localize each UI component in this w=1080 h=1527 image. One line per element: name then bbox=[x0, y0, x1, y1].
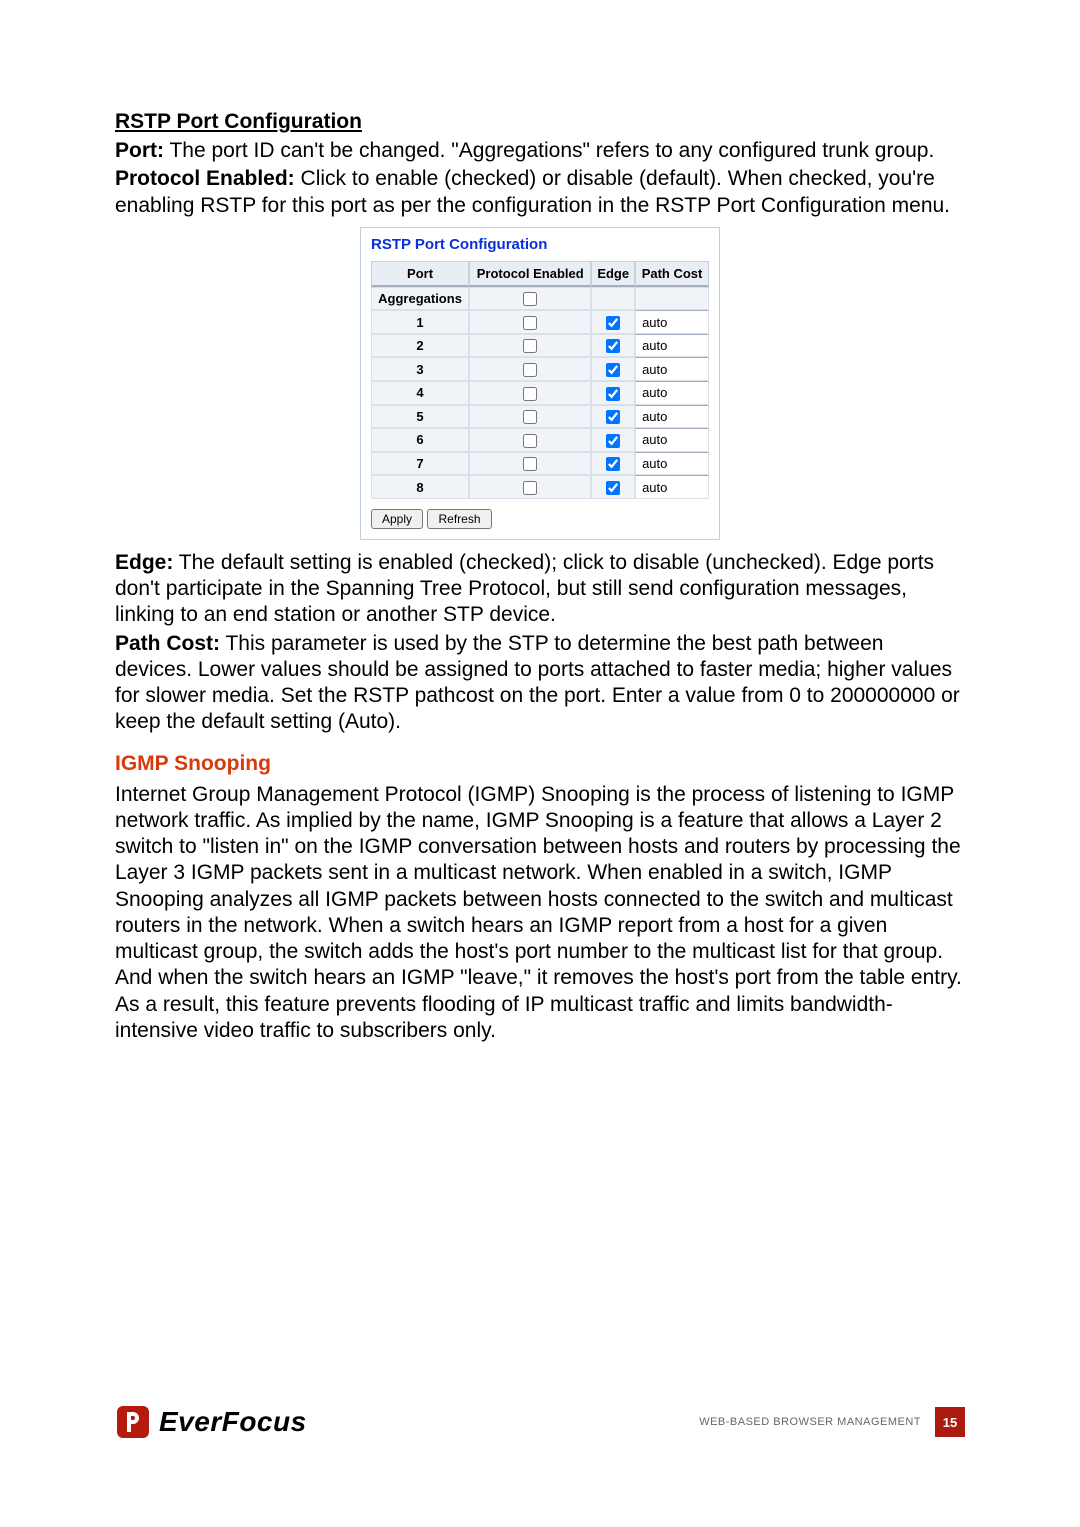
cell-edge bbox=[591, 310, 635, 334]
protocol-enabled-checkbox[interactable] bbox=[523, 316, 537, 330]
para-port: Port: The port ID can't be changed. "Agg… bbox=[115, 138, 965, 164]
table-row: 8 auto bbox=[371, 475, 709, 499]
cell-path-cost: auto bbox=[635, 357, 709, 381]
cell-edge bbox=[591, 357, 635, 381]
brand-name: EverFocus bbox=[159, 1406, 307, 1438]
page-footer: EverFocus WEB-BASED BROWSER MANAGEMENT 1… bbox=[115, 1397, 965, 1447]
cell-port: 3 bbox=[371, 357, 469, 381]
cell-protocol-enabled bbox=[469, 357, 591, 381]
cell-edge bbox=[591, 381, 635, 405]
lead-edge: Edge: bbox=[115, 551, 173, 574]
th-port: Port bbox=[371, 261, 469, 287]
cell-protocol-enabled bbox=[469, 452, 591, 476]
protocol-enabled-checkbox[interactable] bbox=[523, 410, 537, 424]
cell-port: 1 bbox=[371, 310, 469, 334]
body-port: The port ID can't be changed. "Aggregati… bbox=[164, 139, 934, 162]
page-number: 15 bbox=[935, 1407, 965, 1437]
edge-checkbox[interactable] bbox=[606, 316, 620, 330]
protocol-enabled-checkbox[interactable] bbox=[523, 363, 537, 377]
th-edge: Edge bbox=[591, 261, 635, 287]
table-row: 3 auto bbox=[371, 357, 709, 381]
cell-port: 8 bbox=[371, 475, 469, 499]
cell-port: 2 bbox=[371, 334, 469, 358]
edge-checkbox[interactable] bbox=[606, 363, 620, 377]
cell-port: 7 bbox=[371, 452, 469, 476]
section-heading-rstp: RSTP Port Configuration bbox=[115, 110, 965, 134]
lead-path: Path Cost: bbox=[115, 632, 220, 655]
brand-logo: EverFocus bbox=[115, 1404, 307, 1440]
everfocus-logo-icon bbox=[115, 1404, 151, 1440]
para-protocol-enabled: Protocol Enabled: Click to enable (check… bbox=[115, 166, 965, 219]
table-row: 6 auto bbox=[371, 428, 709, 452]
cell-protocol-enabled bbox=[469, 287, 591, 311]
para-path-cost: Path Cost: This parameter is used by the… bbox=[115, 631, 965, 736]
cell-protocol-enabled bbox=[469, 310, 591, 334]
th-protocol-enabled: Protocol Enabled bbox=[469, 261, 591, 287]
cell-protocol-enabled bbox=[469, 428, 591, 452]
cell-protocol-enabled bbox=[469, 475, 591, 499]
table-row: 1 auto bbox=[371, 310, 709, 334]
cell-protocol-enabled bbox=[469, 334, 591, 358]
cell-edge bbox=[591, 334, 635, 358]
cell-edge bbox=[591, 287, 635, 311]
cell-port: 4 bbox=[371, 381, 469, 405]
table-row: 5 auto bbox=[371, 405, 709, 429]
edge-checkbox[interactable] bbox=[606, 387, 620, 401]
cell-path-cost: auto bbox=[635, 310, 709, 334]
cell-edge bbox=[591, 475, 635, 499]
protocol-enabled-checkbox[interactable] bbox=[523, 292, 537, 306]
edge-checkbox[interactable] bbox=[606, 339, 620, 353]
cell-port: Aggregations bbox=[371, 287, 469, 311]
lead-proto: Protocol Enabled: bbox=[115, 167, 295, 190]
panel-title: RSTP Port Configuration bbox=[371, 236, 709, 253]
apply-button[interactable]: Apply bbox=[371, 509, 423, 529]
cell-edge bbox=[591, 428, 635, 452]
footer-label: WEB-BASED BROWSER MANAGEMENT bbox=[699, 1416, 921, 1428]
edge-checkbox[interactable] bbox=[606, 457, 620, 471]
th-path-cost: Path Cost bbox=[635, 261, 709, 287]
cell-port: 5 bbox=[371, 405, 469, 429]
edge-checkbox[interactable] bbox=[606, 410, 620, 424]
protocol-enabled-checkbox[interactable] bbox=[523, 434, 537, 448]
refresh-button[interactable]: Refresh bbox=[427, 509, 491, 529]
rstp-table: Port Protocol Enabled Edge Path Cost Agg… bbox=[371, 261, 709, 499]
table-row: 2 auto bbox=[371, 334, 709, 358]
protocol-enabled-checkbox[interactable] bbox=[523, 339, 537, 353]
cell-edge bbox=[591, 405, 635, 429]
cell-path-cost: auto bbox=[635, 334, 709, 358]
section-heading-igmp: IGMP Snooping bbox=[115, 752, 965, 776]
table-row: 4 auto bbox=[371, 381, 709, 405]
protocol-enabled-checkbox[interactable] bbox=[523, 481, 537, 495]
protocol-enabled-checkbox[interactable] bbox=[523, 457, 537, 471]
cell-protocol-enabled bbox=[469, 405, 591, 429]
edge-checkbox[interactable] bbox=[606, 434, 620, 448]
table-row: Aggregations bbox=[371, 287, 709, 311]
cell-path-cost: auto bbox=[635, 381, 709, 405]
cell-path-cost: auto bbox=[635, 452, 709, 476]
cell-path-cost: auto bbox=[635, 428, 709, 452]
cell-path-cost: auto bbox=[635, 405, 709, 429]
body-edge: The default setting is enabled (checked)… bbox=[115, 551, 934, 627]
cell-port: 6 bbox=[371, 428, 469, 452]
body-path: This parameter is used by the STP to det… bbox=[115, 632, 960, 734]
para-edge: Edge: The default setting is enabled (ch… bbox=[115, 550, 965, 629]
cell-path-cost: auto bbox=[635, 475, 709, 499]
rstp-port-config-panel: RSTP Port Configuration Port Protocol En… bbox=[360, 227, 720, 540]
protocol-enabled-checkbox[interactable] bbox=[523, 387, 537, 401]
edge-checkbox[interactable] bbox=[606, 481, 620, 495]
cell-protocol-enabled bbox=[469, 381, 591, 405]
table-row: 7 auto bbox=[371, 452, 709, 476]
cell-edge bbox=[591, 452, 635, 476]
lead-port: Port: bbox=[115, 139, 164, 162]
para-igmp: Internet Group Management Protocol (IGMP… bbox=[115, 782, 965, 1045]
cell-path-cost bbox=[635, 287, 709, 311]
